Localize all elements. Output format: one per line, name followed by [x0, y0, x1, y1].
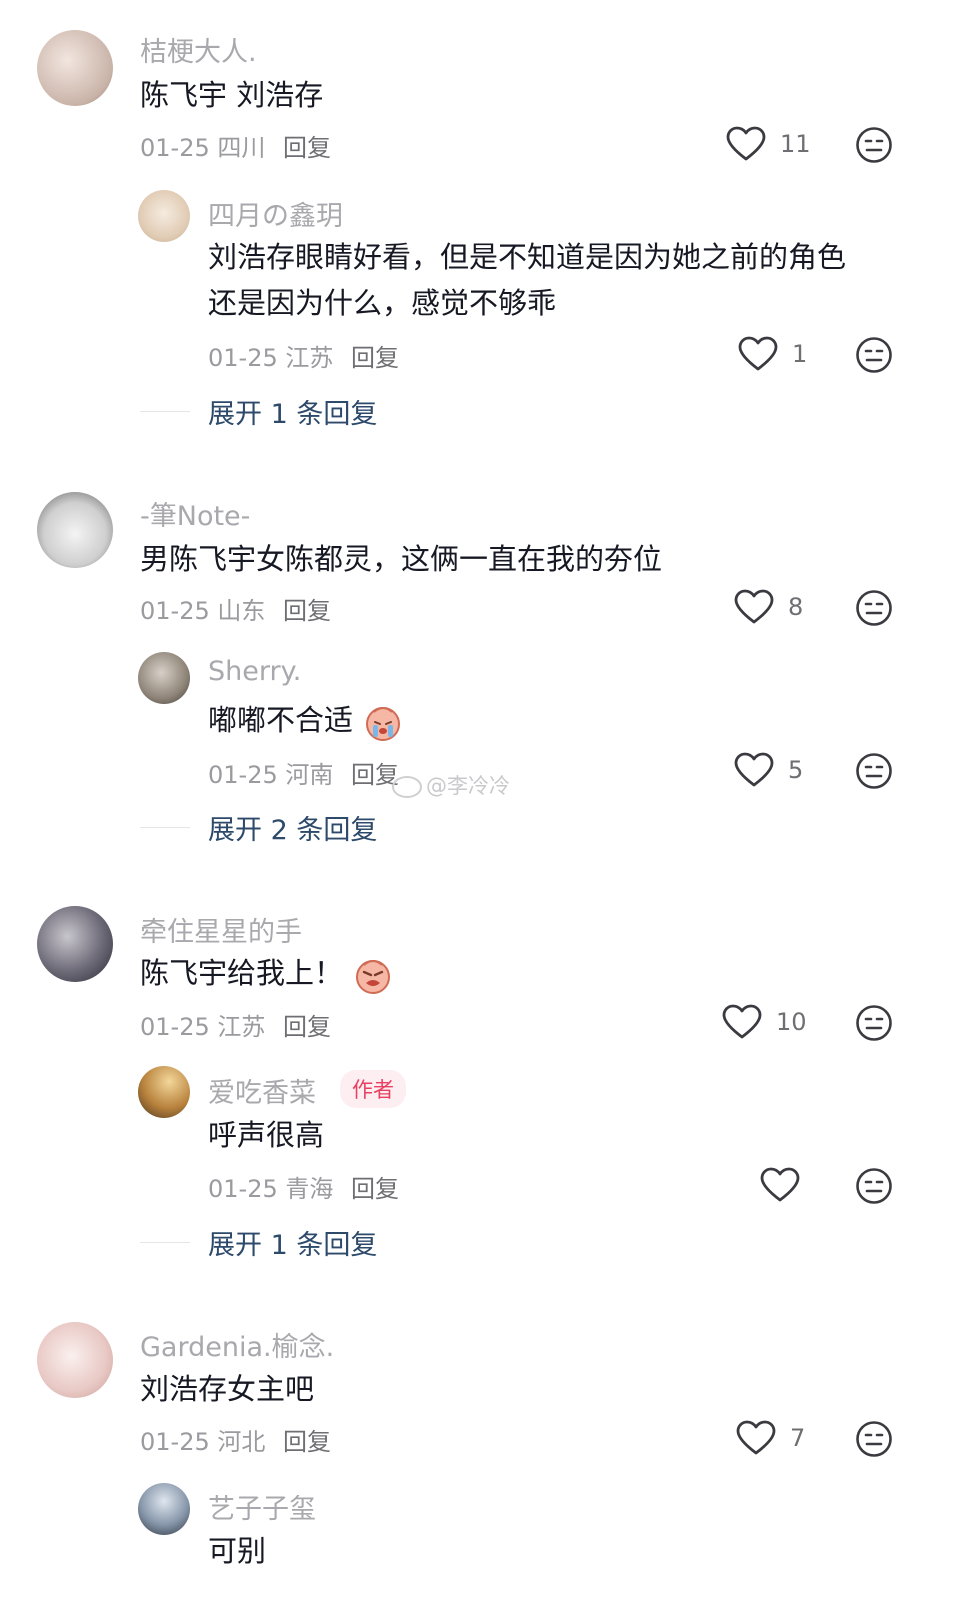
comment-location: 江苏 [217, 1013, 266, 1041]
reply-text-content: 嘟嘟不合适 [208, 703, 354, 737]
reply-meta: 01-25 江苏 回复 [208, 338, 399, 373]
expand-replies-label: 展开 2 条回复 [208, 815, 378, 846]
expand-replies-button[interactable]: 展开 1 条回复 [140, 1223, 377, 1262]
like-button[interactable]: 1 [738, 336, 807, 372]
reply-button[interactable]: 回复 [283, 597, 331, 625]
reply-button[interactable]: 回复 [283, 1013, 331, 1041]
watermark-text: @李冷冷 [426, 774, 510, 798]
avatar[interactable] [138, 1066, 190, 1118]
reply-username[interactable]: 艺子子玺 [208, 1487, 316, 1526]
reply-text: 可别 [208, 1534, 267, 1568]
reply-username[interactable]: Sherry. [208, 656, 301, 687]
author-badge: 作者 [340, 1070, 406, 1108]
like-button[interactable]: 5 [734, 752, 803, 788]
comment-date: 01-25 [140, 597, 210, 625]
heart-outline-icon [722, 1004, 762, 1040]
like-button[interactable]: 7 [736, 1420, 805, 1456]
heart-outline-icon [734, 752, 774, 788]
comment-location: 河北 [217, 1428, 266, 1456]
like-count: 5 [788, 756, 804, 784]
reply-location: 河南 [285, 761, 334, 789]
meh-face-icon[interactable] [855, 1167, 893, 1205]
comment-text: 陈飞宇给我上！ [140, 950, 394, 996]
like-count: 10 [776, 1008, 807, 1036]
comment-text: 男陈飞宇女陈都灵，这俩一直在我的夯位 [140, 542, 663, 576]
divider [140, 1242, 190, 1243]
comment-meta: 01-25 山东 回复 [140, 591, 331, 626]
crying-emoji-icon [366, 707, 401, 741]
heart-outline-icon [736, 1420, 776, 1456]
divider [140, 827, 190, 828]
heart-outline-icon [734, 589, 774, 625]
divider [140, 411, 190, 412]
comment-text: 刘浩存女主吧 [140, 1372, 315, 1406]
comment-meta: 01-25 江苏 回复 [140, 1007, 331, 1042]
reply-text: 嘟嘟不合适 [208, 697, 404, 743]
comment-meta: 01-25 河北 回复 [140, 1422, 331, 1457]
comment-text: 陈飞宇 刘浩存 [140, 78, 324, 112]
reply-username[interactable]: 爱吃香菜 [208, 1071, 316, 1110]
reply-button[interactable]: 回复 [283, 1428, 331, 1456]
comment-username[interactable]: 桔梗大人. [140, 30, 257, 69]
comment-date: 01-25 [140, 134, 210, 162]
expand-replies-button[interactable]: 展开 1 条回复 [140, 392, 377, 431]
angry-emoji-icon [356, 960, 391, 994]
watermark: @李冷冷 [392, 770, 510, 800]
expand-replies-label: 展开 1 条回复 [208, 1230, 378, 1261]
heart-outline-icon [760, 1167, 800, 1203]
like-button[interactable]: 10 [722, 1004, 807, 1040]
reply-meta: 01-25 青海 回复 [208, 1169, 399, 1204]
reply-button[interactable]: 回复 [351, 1175, 399, 1203]
expand-replies-button[interactable]: 展开 2 条回复 [140, 808, 377, 847]
avatar[interactable] [138, 652, 190, 704]
meh-face-icon[interactable] [855, 752, 893, 790]
comment-username[interactable]: -筆Note- [140, 494, 250, 533]
comment-location: 山东 [217, 597, 266, 625]
reply-location: 青海 [285, 1175, 334, 1203]
avatar[interactable] [37, 30, 113, 106]
like-button[interactable]: 8 [734, 589, 803, 625]
reply-location: 江苏 [285, 344, 334, 372]
like-count: 7 [790, 1424, 806, 1452]
meh-face-icon[interactable] [855, 336, 893, 374]
like-button[interactable] [760, 1167, 814, 1203]
reply-username[interactable]: 四月の鑫玥 [208, 194, 343, 233]
comment-username[interactable]: Gardenia.榆念. [140, 1325, 334, 1364]
avatar[interactable] [138, 190, 190, 242]
comment-username[interactable]: 牵住星星的手 [140, 910, 302, 949]
reply-text: 呼声很高 [208, 1118, 325, 1152]
reply-date: 01-25 [208, 344, 278, 372]
comment-meta: 01-25 四川 回复 [140, 128, 331, 163]
reply-button[interactable]: 回复 [283, 134, 331, 162]
heart-outline-icon [726, 126, 766, 162]
like-count: 1 [792, 340, 808, 368]
avatar[interactable] [138, 1483, 190, 1535]
reply-date: 01-25 [208, 761, 278, 789]
reply-text-line: 还是因为什么，感觉不够乖 [208, 286, 557, 320]
expand-replies-label: 展开 1 条回复 [208, 399, 378, 430]
comment-text-content: 陈飞宇给我上！ [140, 956, 344, 990]
meh-face-icon[interactable] [855, 589, 893, 627]
like-count: 8 [788, 593, 804, 621]
reply-date: 01-25 [208, 1175, 278, 1203]
meh-face-icon[interactable] [855, 126, 893, 164]
heart-outline-icon [738, 336, 778, 372]
reply-text-line: 刘浩存眼睛好看，但是不知道是因为她之前的角色 [208, 240, 847, 274]
avatar[interactable] [37, 1322, 113, 1398]
comment-date: 01-25 [140, 1013, 210, 1041]
meh-face-icon[interactable] [855, 1004, 893, 1042]
like-count: 11 [780, 130, 811, 158]
comment-location: 四川 [217, 134, 266, 162]
avatar[interactable] [37, 492, 113, 568]
reply-button[interactable]: 回复 [351, 344, 399, 372]
avatar[interactable] [37, 906, 113, 982]
weibo-logo-icon [392, 776, 422, 798]
like-button[interactable]: 11 [726, 126, 811, 162]
meh-face-icon[interactable] [855, 1420, 893, 1458]
reply-meta: 01-25 河南 回复 [208, 755, 399, 790]
comment-date: 01-25 [140, 1428, 210, 1456]
